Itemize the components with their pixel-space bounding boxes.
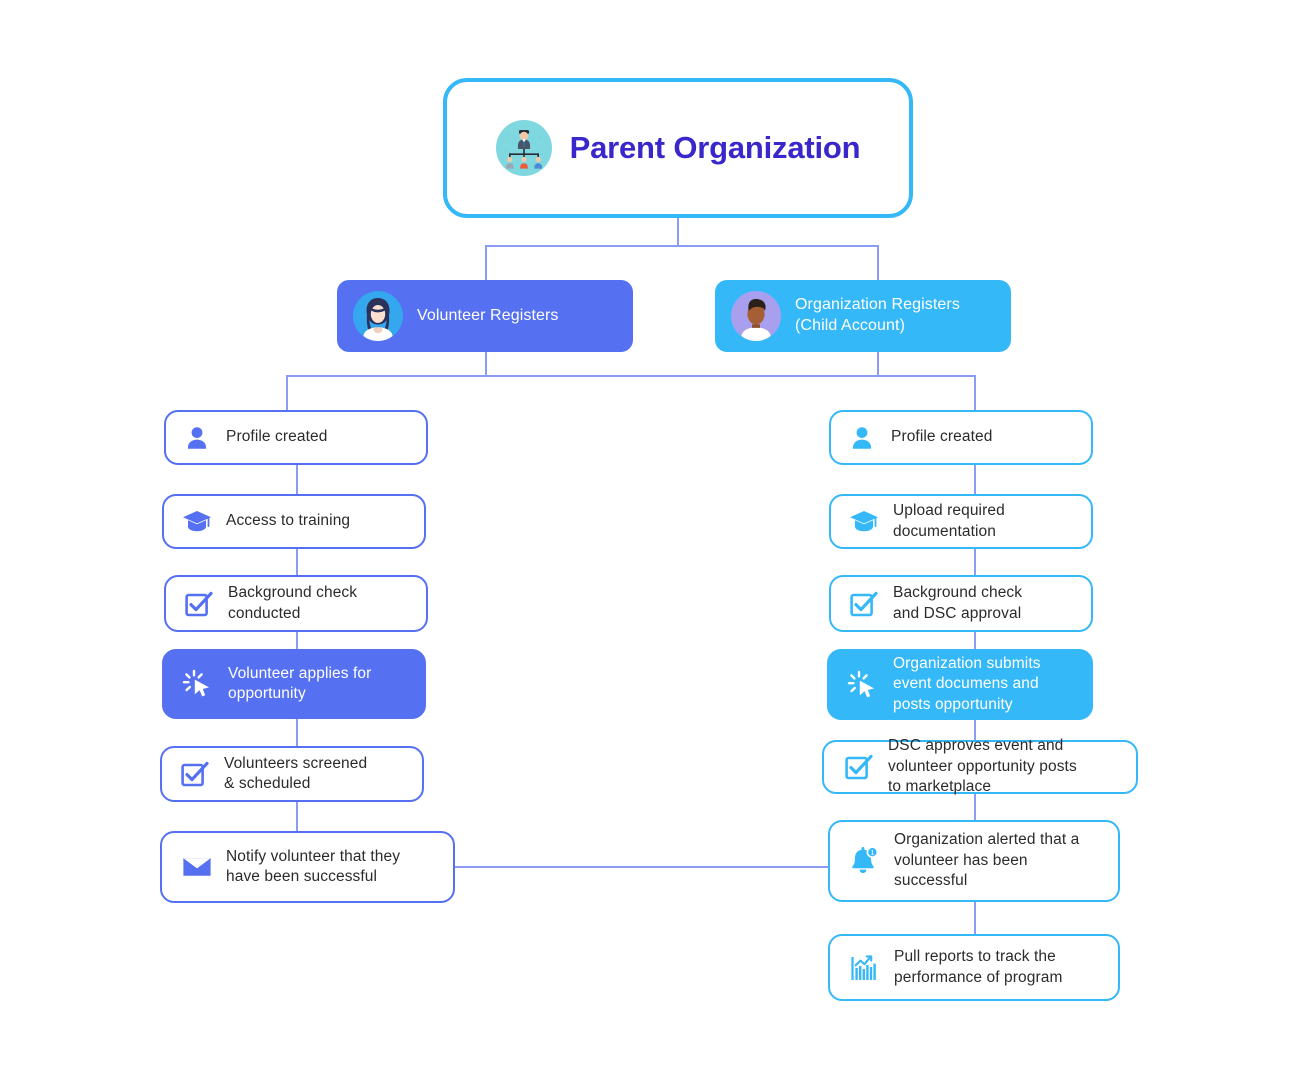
node-label: Upload required documentation	[893, 502, 1005, 540]
node-volunteers-screened[interactable]: Volunteers screened & scheduled	[160, 746, 424, 802]
node-org-profile-created[interactable]: Profile created	[829, 410, 1093, 465]
svg-text:1: 1	[870, 850, 874, 857]
connector-left-3	[296, 631, 298, 649]
graduation-cap-icon	[182, 508, 212, 536]
connector-parent-down	[677, 218, 679, 246]
node-volunteer-profile-created[interactable]: Profile created	[164, 410, 428, 465]
node-label: Profile created	[226, 428, 328, 446]
connector-right-3	[974, 631, 976, 649]
org-chart-icon	[495, 120, 552, 176]
node-label: Pull reports to track the performance of…	[894, 948, 1063, 986]
node-label: Access to training	[226, 512, 351, 530]
volunteer-registers-label: Volunteer Registers	[417, 306, 559, 324]
person-icon	[184, 425, 210, 451]
connector-right-6	[974, 902, 976, 934]
connector-right-1	[974, 464, 976, 494]
node-org-background-check[interactable]: Background check and DSC approval	[829, 575, 1093, 632]
connector-organization-reg-down	[877, 352, 879, 376]
connector-left-5	[296, 801, 298, 831]
bar-chart-icon	[848, 952, 880, 984]
graduation-cap-icon	[849, 508, 879, 536]
connector-volunteer-reg-down	[485, 352, 487, 376]
node-label: Profile created	[891, 428, 993, 446]
checkbox-checked-icon	[849, 589, 879, 619]
person-icon	[849, 425, 875, 451]
node-label: Notify volunteer that they have been suc…	[226, 847, 401, 885]
connector-branch-bar	[286, 375, 976, 377]
node-label: Organization submits event documens and …	[893, 654, 1041, 713]
node-pull-reports[interactable]: Pull reports to track the performance of…	[828, 934, 1120, 1001]
checkbox-checked-icon	[184, 589, 214, 619]
connector-branch-right-drop	[974, 375, 976, 410]
node-volunteer-access-training[interactable]: Access to training	[162, 494, 426, 549]
node-org-upload-documentation[interactable]: Upload required documentation	[829, 494, 1093, 549]
node-label: Volunteer applies for opportunity	[228, 664, 372, 702]
parent-organization-box[interactable]: Parent Organization	[443, 78, 913, 218]
node-volunteer-background-check[interactable]: Background check conducted	[164, 575, 428, 632]
checkbox-checked-icon	[844, 752, 874, 782]
connector-to-volunteer-reg	[485, 245, 487, 280]
male-avatar-icon	[731, 291, 781, 341]
click-cursor-icon	[182, 668, 214, 700]
bell-notification-icon: 1	[848, 845, 880, 877]
female-avatar-icon	[353, 291, 403, 341]
connector-right-2	[974, 548, 976, 576]
envelope-icon	[182, 855, 212, 879]
node-label: DSC approves event and volunteer opportu…	[888, 737, 1077, 796]
node-label: Volunteers screened & scheduled	[224, 754, 368, 792]
organization-registers-label: Organization Registers (Child Account)	[795, 296, 960, 334]
node-notify-volunteer[interactable]: Notify volunteer that they have been suc…	[160, 831, 455, 903]
organization-registers-box[interactable]: Organization Registers (Child Account)	[715, 280, 1011, 352]
node-dsc-approves-event[interactable]: DSC approves event and volunteer opportu…	[822, 737, 1138, 795]
node-label: Organization alerted that a volunteer ha…	[894, 831, 1080, 890]
node-label: Background check and DSC approval	[893, 584, 1023, 622]
volunteer-registers-box[interactable]: Volunteer Registers	[337, 280, 633, 352]
node-label: Background check conducted	[228, 584, 358, 622]
checkbox-checked-icon	[180, 759, 210, 789]
connector-left-2	[296, 548, 298, 576]
node-org-submits-event[interactable]: Organization submits event documens and …	[827, 649, 1093, 720]
connector-left-1	[296, 464, 298, 494]
click-cursor-icon	[847, 669, 879, 701]
node-volunteer-applies[interactable]: Volunteer applies for opportunity	[162, 649, 426, 719]
page-title: Parent Organization	[569, 130, 861, 165]
connector-cross-branch	[455, 866, 829, 868]
connector-branch-left-drop	[286, 375, 288, 410]
connector-parent-split	[485, 245, 879, 247]
connector-to-organization-reg	[877, 245, 879, 280]
flowchart-canvas: Parent Organization Volunteer Registers	[0, 0, 1300, 1080]
node-org-alerted[interactable]: 1 Organization alerted that a volunteer …	[828, 820, 1120, 902]
connector-left-4	[296, 719, 298, 746]
